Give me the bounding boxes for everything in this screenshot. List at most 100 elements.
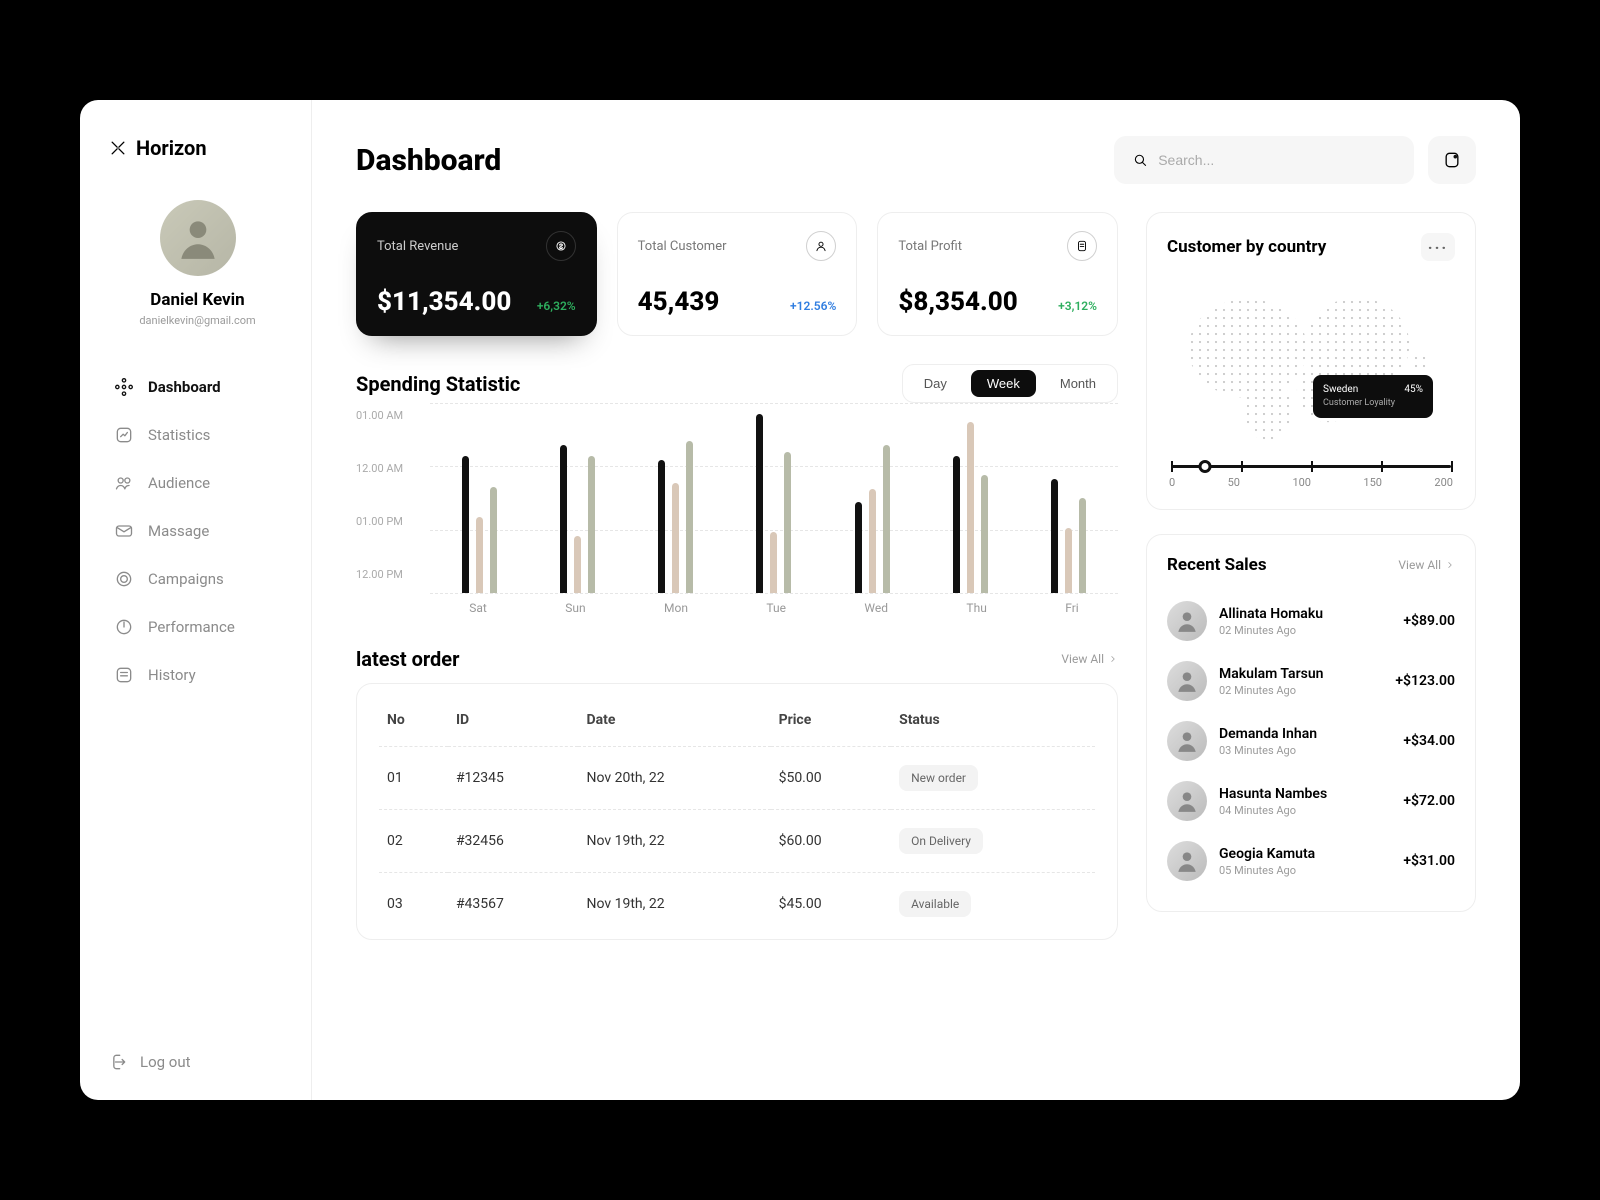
dollar-icon: [546, 231, 576, 261]
y-tick: 01.00 PM: [356, 515, 430, 528]
sale-row[interactable]: Geogia Kamuta05 Minutes Ago +$31.00: [1167, 831, 1455, 891]
slider-handle[interactable]: [1198, 460, 1211, 473]
search-field[interactable]: [1114, 136, 1414, 184]
country-card: Customer by country ··· Sweden 45% Custo…: [1146, 212, 1476, 510]
kpi-delta: +12.56%: [790, 299, 836, 313]
profile-email: danielkevin@gmail.com: [139, 314, 255, 327]
sidebar-item-dashboard[interactable]: Dashboard: [108, 367, 287, 407]
cell-status: Available: [891, 873, 1095, 936]
person-icon: [1174, 788, 1200, 814]
slider-tick-label: 200: [1434, 476, 1453, 489]
sale-row[interactable]: Allinata Homaku02 Minutes Ago+$89.00: [1167, 591, 1455, 651]
chart-y-axis: 01.00 AM12.00 AM01.00 PM12.00 PM: [356, 403, 430, 593]
sidebar-item-statistics[interactable]: Statistics: [108, 415, 287, 455]
sidebar-item-label: Performance: [148, 618, 235, 636]
user-icon: [806, 231, 836, 261]
bar: [855, 502, 862, 593]
bars: [430, 403, 1118, 593]
cell-id: #32456: [448, 810, 579, 873]
brand-name: Horizon: [136, 136, 207, 160]
sale-row[interactable]: Hasunta Nambes04 Minutes Ago+$72.00: [1167, 771, 1455, 831]
cell-date: Nov 19th, 22: [578, 873, 770, 936]
logout-button[interactable]: Log out: [108, 1052, 287, 1072]
sale-info: Demanda Inhan03 Minutes Ago: [1219, 726, 1317, 757]
kpi-card[interactable]: Total Customer45,439+12.56%: [617, 212, 858, 336]
table-row[interactable]: 03#43567Nov 19th, 22$45.00Available: [379, 873, 1095, 936]
sales-view-all[interactable]: View All: [1398, 558, 1455, 572]
table-header: ID: [448, 694, 579, 747]
world-map-wrap: Sweden 45% Customer Loyality: [1167, 277, 1455, 447]
bar: [686, 441, 693, 593]
bar: [1051, 479, 1058, 593]
sale-info: Makulam Tarsun02 Minutes Ago: [1219, 666, 1323, 697]
orders-table: NoIDDatePriceStatus 01#12345Nov 20th, 22…: [379, 694, 1095, 935]
target-icon: [114, 569, 134, 589]
gauge-icon: [114, 617, 134, 637]
sales-title: Recent Sales: [1167, 555, 1267, 575]
segment-week[interactable]: Week: [971, 370, 1036, 397]
profile-name: Daniel Kevin: [150, 290, 244, 310]
cell-date: Nov 19th, 22: [578, 810, 770, 873]
world-map[interactable]: [1167, 277, 1455, 447]
country-slider[interactable]: [1171, 465, 1451, 468]
person-icon: [1174, 848, 1200, 874]
kpi-card[interactable]: Total Revenue $11,354.00 +6,32%: [356, 212, 597, 336]
main: Dashboard Total Revenue$11,354.00+6,32%T…: [312, 100, 1520, 1100]
slider-tick: [1311, 461, 1313, 472]
sidebar-item-campaigns[interactable]: Campaigns: [108, 559, 287, 599]
notification-button[interactable]: [1428, 136, 1476, 184]
chart-x-axis: SatSunMonTueWedThuFri: [430, 593, 1118, 623]
bar: [588, 456, 595, 593]
chart-plot: [430, 403, 1118, 593]
person-icon: [1174, 728, 1200, 754]
avatar: [1167, 841, 1207, 881]
kpi-label: Total Revenue: [377, 239, 458, 254]
country-more-button[interactable]: ···: [1421, 233, 1455, 261]
table-row[interactable]: 02#32456Nov 19th, 22$60.00On Delivery: [379, 810, 1095, 873]
message-icon: [114, 521, 134, 541]
tooltip-sub: Customer Loyality: [1323, 397, 1423, 410]
sidebar-item-massage[interactable]: Massage: [108, 511, 287, 551]
kpi-label: Total Profit: [898, 239, 962, 254]
sidebar-item-audience[interactable]: Audience: [108, 463, 287, 503]
sale-row[interactable]: Demanda Inhan03 Minutes Ago+$34.00: [1167, 711, 1455, 771]
content: Total Revenue $11,354.00 +6,32% Total Custo…: [356, 212, 1476, 1072]
bar: [476, 517, 483, 593]
orders-table-card: NoIDDatePriceStatus 01#12345Nov 20th, 22…: [356, 683, 1118, 940]
sale-info: Geogia Kamuta05 Minutes Ago: [1219, 846, 1315, 877]
bar: [574, 536, 581, 593]
recent-sales-card: Recent Sales View All Allinata Homaku02 …: [1146, 534, 1476, 912]
kpi-value: $11,354.00: [377, 287, 511, 317]
app-window: Horizon Daniel Kevin danielkevin@gmail.c…: [80, 100, 1520, 1100]
segment-month[interactable]: Month: [1044, 370, 1112, 397]
avatar[interactable]: [160, 200, 236, 276]
bar: [770, 532, 777, 593]
search-input[interactable]: [1158, 152, 1396, 168]
sale-amount: +$72.00: [1403, 793, 1455, 809]
slider-tick-label: 150: [1363, 476, 1382, 489]
orders-view-all[interactable]: View All: [1061, 652, 1118, 666]
bar: [953, 456, 960, 593]
sale-row[interactable]: Makulam Tarsun02 Minutes Ago+$123.00: [1167, 651, 1455, 711]
table-header: Price: [771, 694, 892, 747]
table-row[interactable]: 01#12345Nov 20th, 22$50.00New order: [379, 747, 1095, 810]
chevron-right-icon: [1108, 654, 1118, 664]
cell-date: Nov 20th, 22: [578, 747, 770, 810]
sidebar-item-label: Audience: [148, 474, 210, 492]
sidebar-item-performance[interactable]: Performance: [108, 607, 287, 647]
kpi-delta: +6,32%: [537, 299, 576, 313]
cell-id: #43567: [448, 873, 579, 936]
table-header: No: [379, 694, 448, 747]
bar: [658, 460, 665, 593]
segment-day[interactable]: Day: [908, 370, 963, 397]
sidebar-item-history[interactable]: History: [108, 655, 287, 695]
map-tooltip: Sweden 45% Customer Loyality: [1313, 375, 1433, 418]
logout-label: Log out: [140, 1053, 191, 1071]
sidebar-item-label: Statistics: [148, 426, 210, 444]
sale-amount: +$31.00: [1403, 853, 1455, 869]
kpi-card[interactable]: Total Profit$8,354.00+3,12%: [877, 212, 1118, 336]
brand: Horizon: [108, 136, 287, 160]
note-icon: [1067, 231, 1097, 261]
stats-icon: [114, 425, 134, 445]
sidebar-item-label: History: [148, 666, 196, 684]
